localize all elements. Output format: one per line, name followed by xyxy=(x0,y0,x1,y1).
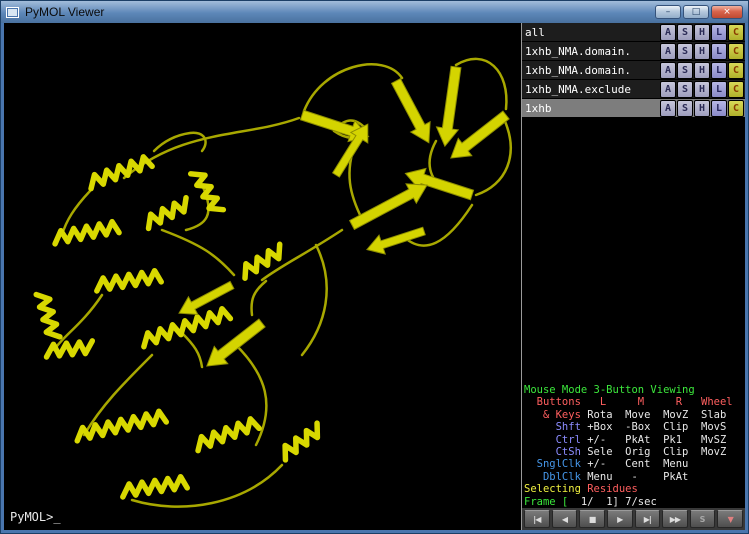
mouse-line-seg: 1/ 1] 7/sec xyxy=(568,496,657,508)
mouse-line-seg: Frame [ xyxy=(524,496,568,508)
rewind-to-start-button[interactable]: |◀ xyxy=(524,510,550,528)
mouse-line-seg: Sele Orig Clip MovZ xyxy=(581,446,726,458)
app-icon[interactable] xyxy=(6,7,19,18)
viewport-3d[interactable]: PyMOL>_ xyxy=(4,23,521,530)
scene-toggle-button[interactable]: S xyxy=(690,510,716,528)
object-row: 1xhb_NMA.domain. A S H L C xyxy=(522,42,745,61)
object-buttons: A S H L C xyxy=(660,43,745,60)
object-buttons: A S H L C xyxy=(660,24,745,41)
titlebar[interactable]: PyMOL Viewer – □ × xyxy=(1,1,748,23)
label-button[interactable]: L xyxy=(711,100,727,117)
label-button[interactable]: L xyxy=(711,43,727,60)
object-name[interactable]: all xyxy=(525,26,660,39)
pymol-window: PyMOL Viewer – □ × xyxy=(0,0,749,534)
mouse-line-seg: Shft xyxy=(524,421,581,433)
close-button[interactable]: × xyxy=(711,5,743,19)
frame-status-line: Frame [ 1/ 1] 7/sec xyxy=(524,496,743,508)
object-row-selected: 1xhb A S H L C xyxy=(522,99,745,118)
color-button[interactable]: C xyxy=(728,81,744,98)
step-forward-button[interactable]: ▶| xyxy=(635,510,661,528)
object-row-all: all A S H L C xyxy=(522,23,745,42)
object-buttons: A S H L C xyxy=(660,100,745,117)
step-back-button[interactable]: ◀ xyxy=(552,510,578,528)
show-button[interactable]: S xyxy=(677,81,693,98)
mouse-panel: Mouse Mode 3-Button Viewing Buttons L M … xyxy=(522,383,745,508)
playback-controls: |◀ ◀ ■ ▶ ▶| ▶▶ S ▼ xyxy=(522,508,745,530)
color-button[interactable]: C xyxy=(728,43,744,60)
object-name[interactable]: 1xhb_NMA.exclude xyxy=(525,83,660,96)
action-button[interactable]: A xyxy=(660,24,676,41)
play-button[interactable]: ▶ xyxy=(607,510,633,528)
minimize-button[interactable]: – xyxy=(655,5,681,19)
object-buttons: A S H L C xyxy=(660,81,745,98)
hide-button[interactable]: H xyxy=(694,43,710,60)
mouse-line-seg: Buttons L M R Wheel xyxy=(524,396,733,408)
mouse-line-seg: Menu - PkAt xyxy=(581,471,688,483)
mouse-line-seg: & Keys xyxy=(524,409,581,421)
hide-button[interactable]: H xyxy=(694,62,710,79)
selecting-mode-line[interactable]: Selecting Residues xyxy=(524,483,743,495)
hide-button[interactable]: H xyxy=(694,24,710,41)
mouse-matrix-row: & Keys Rota Move MovZ Slab xyxy=(524,409,743,421)
color-button[interactable]: C xyxy=(728,62,744,79)
show-button[interactable]: S xyxy=(677,24,693,41)
object-name[interactable]: 1xhb xyxy=(525,102,660,115)
label-button[interactable]: L xyxy=(711,81,727,98)
show-button[interactable]: S xyxy=(677,43,693,60)
mouse-mode-line[interactable]: Mouse Mode 3-Button Viewing xyxy=(524,384,743,396)
fast-forward-to-end-button[interactable]: ▶▶ xyxy=(662,510,688,528)
mouse-matrix-row: DblClk Menu - PkAt xyxy=(524,471,743,483)
label-button[interactable]: L xyxy=(711,24,727,41)
show-button[interactable]: S xyxy=(677,62,693,79)
mouse-line-seg: +/- Cent Menu xyxy=(581,458,688,470)
hide-button[interactable]: H xyxy=(694,81,710,98)
action-button[interactable]: A xyxy=(660,100,676,117)
stop-button[interactable]: ■ xyxy=(579,510,605,528)
object-name[interactable]: 1xhb_NMA.domain. xyxy=(525,64,660,77)
protein-ribbon-svg xyxy=(4,23,521,530)
mouse-line-seg: Ctrl xyxy=(524,434,581,446)
mouse-matrix-row: Shft +Box -Box Clip MovS xyxy=(524,421,743,433)
mouse-matrix-header: Buttons L M R Wheel xyxy=(524,396,743,408)
mouse-line-seg: SnglClk xyxy=(524,458,581,470)
caption-buttons: – □ × xyxy=(655,5,743,19)
mouse-line-seg: Mouse Mode 3-Button Viewing xyxy=(524,384,695,396)
object-row: 1xhb_NMA.exclude A S H L C xyxy=(522,80,745,99)
color-button[interactable]: C xyxy=(728,24,744,41)
mouse-line-seg: Selecting xyxy=(524,483,587,495)
hide-button[interactable]: H xyxy=(694,100,710,117)
show-button[interactable]: S xyxy=(677,100,693,117)
mouse-matrix-row: Ctrl +/- PkAt Pk1 MvSZ xyxy=(524,434,743,446)
action-button[interactable]: A xyxy=(660,62,676,79)
mouse-line-seg: +/- PkAt Pk1 MvSZ xyxy=(581,434,726,446)
mouse-line-seg: Residues xyxy=(587,483,638,495)
label-button[interactable]: L xyxy=(711,62,727,79)
window-title: PyMOL Viewer xyxy=(25,5,655,19)
movie-menu-button[interactable]: ▼ xyxy=(717,510,743,528)
mouse-matrix-row: CtSh Sele Orig Clip MovZ xyxy=(524,446,743,458)
mouse-matrix-row: SnglClk +/- Cent Menu xyxy=(524,458,743,470)
window-content: PyMOL>_ all A S H L C 1xhb_NMA.domain. A… xyxy=(4,23,745,530)
mouse-line-seg: +Box -Box Clip MovS xyxy=(581,421,726,433)
action-button[interactable]: A xyxy=(660,81,676,98)
mouse-line-seg: DblClk xyxy=(524,471,581,483)
mouse-line-seg: Rota Move MovZ Slab xyxy=(581,409,726,421)
object-buttons: A S H L C xyxy=(660,62,745,79)
action-button[interactable]: A xyxy=(660,43,676,60)
color-button[interactable]: C xyxy=(728,100,744,117)
maximize-button[interactable]: □ xyxy=(683,5,709,19)
object-name[interactable]: 1xhb_NMA.domain. xyxy=(525,45,660,58)
mouse-line-seg: CtSh xyxy=(524,446,581,458)
object-row: 1xhb_NMA.domain. A S H L C xyxy=(522,61,745,80)
control-panel: all A S H L C 1xhb_NMA.domain. A S H L C xyxy=(521,23,745,530)
panel-spacer xyxy=(522,118,745,383)
command-prompt[interactable]: PyMOL>_ xyxy=(10,510,61,524)
